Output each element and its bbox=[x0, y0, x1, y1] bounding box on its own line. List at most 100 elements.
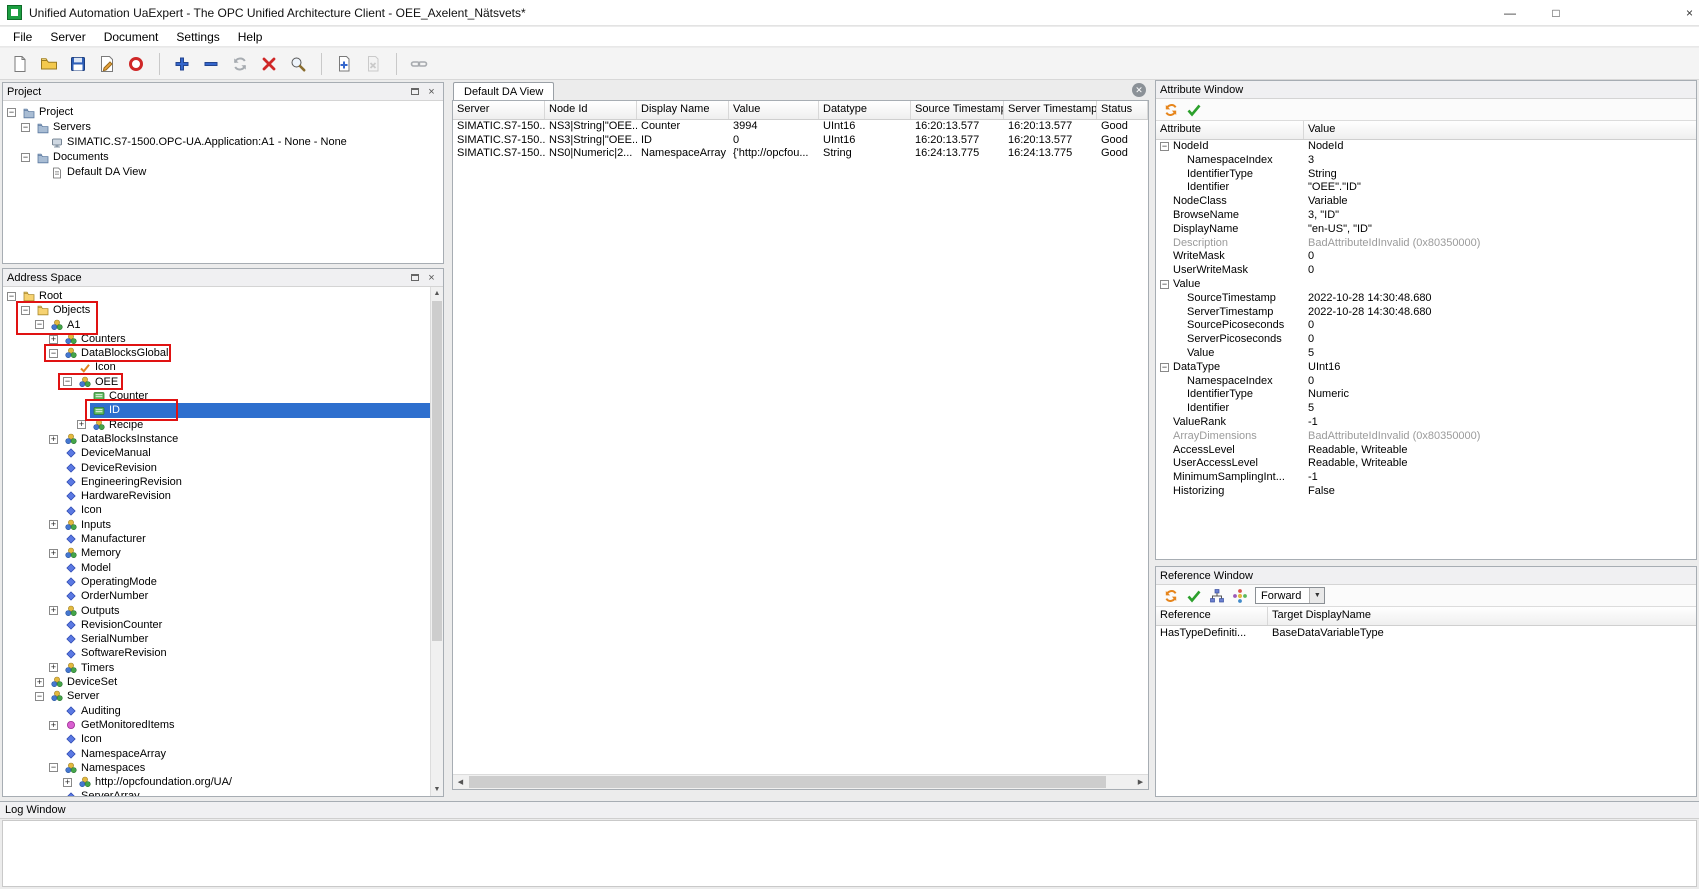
collapse-icon[interactable]: − bbox=[21, 123, 30, 132]
address-item-icon[interactable]: Icon bbox=[3, 732, 430, 746]
disconnect-server-button[interactable] bbox=[255, 50, 282, 77]
menu-item-document[interactable]: Document bbox=[95, 28, 168, 46]
attribute-row-useraccesslevel[interactable]: UserAccessLevelReadable, Writeable bbox=[1156, 457, 1696, 471]
expand-icon[interactable]: + bbox=[49, 435, 58, 444]
column-header-target-displayname[interactable]: Target DisplayName bbox=[1268, 607, 1696, 625]
address-item-id[interactable]: ID bbox=[3, 403, 430, 417]
address-item-timers[interactable]: +Timers bbox=[3, 661, 430, 675]
scroll-down-button[interactable]: ▼ bbox=[431, 783, 443, 796]
attribute-row-servertimestamp[interactable]: ServerTimestamp2022-10-28 14:30:48.680 bbox=[1156, 306, 1696, 320]
address-item-deviceset[interactable]: +DeviceSet bbox=[3, 675, 430, 689]
address-item-manufacturer[interactable]: Manufacturer bbox=[3, 532, 430, 546]
attribute-row-arraydimensions[interactable]: ArrayDimensionsBadAttributeIdInvalid (0x… bbox=[1156, 430, 1696, 444]
scroll-left-button[interactable]: ◀ bbox=[453, 775, 468, 789]
address-item-softwarerevision[interactable]: SoftwareRevision bbox=[3, 646, 430, 660]
float-panel-icon[interactable] bbox=[407, 85, 422, 99]
attribute-row-namespaceindex[interactable]: NamespaceIndex3 bbox=[1156, 154, 1696, 168]
add-server-button[interactable] bbox=[168, 50, 195, 77]
project-item-documents[interactable]: −Documents bbox=[3, 150, 443, 165]
column-header-datatype[interactable]: Datatype bbox=[819, 101, 911, 119]
add-document-button[interactable] bbox=[330, 50, 357, 77]
apply-references-button[interactable] bbox=[1183, 586, 1204, 605]
address-item-counters[interactable]: +Counters bbox=[3, 332, 430, 346]
find-node-button[interactable] bbox=[284, 50, 311, 77]
address-item-http-opcfoundation-org-ua[interactable]: +http://opcfoundation.org/UA/ bbox=[3, 775, 430, 789]
expand-icon[interactable]: + bbox=[63, 778, 72, 787]
address-item-namespacearray[interactable]: NamespaceArray bbox=[3, 747, 430, 761]
expand-icon[interactable]: + bbox=[49, 335, 58, 344]
project-item-servers[interactable]: −Servers bbox=[3, 120, 443, 135]
collapse-icon[interactable]: − bbox=[35, 320, 44, 329]
refresh-references-button[interactable] bbox=[1160, 586, 1181, 605]
collapse-icon[interactable]: − bbox=[49, 763, 58, 772]
tab-default-da-view[interactable]: Default DA View bbox=[453, 82, 554, 100]
scroll-up-button[interactable]: ▲ bbox=[431, 287, 443, 300]
address-item-operatingmode[interactable]: OperatingMode bbox=[3, 575, 430, 589]
remove-server-button[interactable] bbox=[197, 50, 224, 77]
stop-button[interactable] bbox=[122, 50, 149, 77]
menu-item-settings[interactable]: Settings bbox=[167, 28, 228, 46]
collapse-icon[interactable]: − bbox=[7, 292, 16, 301]
hierarchy-view-button[interactable] bbox=[1206, 586, 1227, 605]
collapse-icon[interactable]: − bbox=[1160, 142, 1169, 151]
new-document-button[interactable] bbox=[6, 50, 33, 77]
attribute-row-sourcetimestamp[interactable]: SourceTimestamp2022-10-28 14:30:48.680 bbox=[1156, 292, 1696, 306]
scroll-right-button[interactable]: ▶ bbox=[1133, 775, 1148, 789]
address-item-server[interactable]: −Server bbox=[3, 689, 430, 703]
attribute-row-writemask[interactable]: WriteMask0 bbox=[1156, 250, 1696, 264]
collapse-icon[interactable]: − bbox=[63, 377, 72, 386]
address-item-objects[interactable]: −Objects bbox=[3, 303, 430, 317]
column-header-server-timestamp[interactable]: Server Timestamp bbox=[1004, 101, 1097, 119]
column-header-status[interactable]: Status bbox=[1097, 101, 1148, 119]
address-item-serialnumber[interactable]: SerialNumber bbox=[3, 632, 430, 646]
attribute-row-valuerank[interactable]: ValueRank-1 bbox=[1156, 416, 1696, 430]
direction-dropdown[interactable]: Forward ▼ bbox=[1255, 587, 1325, 604]
collapse-icon[interactable]: − bbox=[7, 108, 16, 117]
attribute-row-userwritemask[interactable]: UserWriteMask0 bbox=[1156, 264, 1696, 278]
float-panel-icon[interactable] bbox=[407, 271, 422, 285]
refresh-attributes-button[interactable] bbox=[1160, 100, 1181, 119]
menu-item-file[interactable]: File bbox=[4, 28, 41, 46]
address-item-getmonitoreditems[interactable]: +GetMonitoredItems bbox=[3, 718, 430, 732]
attribute-row-nodeid[interactable]: −NodeIdNodeId bbox=[1156, 140, 1696, 154]
edit-document-button[interactable] bbox=[93, 50, 120, 77]
address-item-serverarray[interactable]: ServerArray bbox=[3, 789, 430, 796]
attribute-row-serverpicoseconds[interactable]: ServerPicoseconds0 bbox=[1156, 333, 1696, 347]
address-item-devicerevision[interactable]: DeviceRevision bbox=[3, 461, 430, 475]
attribute-row-identifiertype[interactable]: IdentifierTypeNumeric bbox=[1156, 388, 1696, 402]
scrollbar-thumb[interactable] bbox=[432, 301, 442, 641]
open-document-button[interactable] bbox=[35, 50, 62, 77]
collapse-icon[interactable]: − bbox=[1160, 363, 1169, 372]
address-item-oee[interactable]: −OEE bbox=[3, 375, 430, 389]
column-header-node-id[interactable]: Node Id bbox=[545, 101, 637, 119]
expand-icon[interactable]: + bbox=[49, 663, 58, 672]
address-item-namespaces[interactable]: −Namespaces bbox=[3, 761, 430, 775]
collapse-icon[interactable]: − bbox=[1160, 280, 1169, 289]
address-item-devicemanual[interactable]: DeviceManual bbox=[3, 446, 430, 460]
expand-icon[interactable]: + bbox=[77, 420, 86, 429]
expand-icon[interactable]: + bbox=[49, 721, 58, 730]
da-row[interactable]: SIMATIC.S7-150...NS3|String|"OEE...Count… bbox=[453, 120, 1148, 134]
expand-icon[interactable]: + bbox=[49, 549, 58, 558]
expand-icon[interactable]: + bbox=[49, 606, 58, 615]
address-item-revisioncounter[interactable]: RevisionCounter bbox=[3, 618, 430, 632]
address-item-icon[interactable]: Icon bbox=[3, 503, 430, 517]
menu-item-server[interactable]: Server bbox=[41, 28, 94, 46]
attribute-row-identifiertype[interactable]: IdentifierTypeString bbox=[1156, 168, 1696, 182]
address-item-inputs[interactable]: +Inputs bbox=[3, 518, 430, 532]
attribute-row-historizing[interactable]: HistorizingFalse bbox=[1156, 485, 1696, 499]
attribute-row-description[interactable]: DescriptionBadAttributeIdInvalid (0x8035… bbox=[1156, 237, 1696, 251]
reference-types-button[interactable] bbox=[1229, 586, 1250, 605]
column-header-value[interactable]: Value bbox=[729, 101, 819, 119]
address-item-root[interactable]: −Root bbox=[3, 289, 430, 303]
attribute-row-accesslevel[interactable]: AccessLevelReadable, Writeable bbox=[1156, 444, 1696, 458]
close-document-icon[interactable]: ✕ bbox=[1132, 83, 1146, 97]
attribute-row-nodeclass[interactable]: NodeClassVariable bbox=[1156, 195, 1696, 209]
close-button[interactable]: × bbox=[1683, 0, 1699, 26]
maximize-button[interactable]: □ bbox=[1533, 0, 1579, 26]
attribute-row-namespaceindex[interactable]: NamespaceIndex0 bbox=[1156, 375, 1696, 389]
column-header-display-name[interactable]: Display Name bbox=[637, 101, 729, 119]
apply-attributes-button[interactable] bbox=[1183, 100, 1204, 119]
attribute-row-value[interactable]: Value5 bbox=[1156, 347, 1696, 361]
project-item-default-da-view[interactable]: Default DA View bbox=[3, 165, 443, 180]
